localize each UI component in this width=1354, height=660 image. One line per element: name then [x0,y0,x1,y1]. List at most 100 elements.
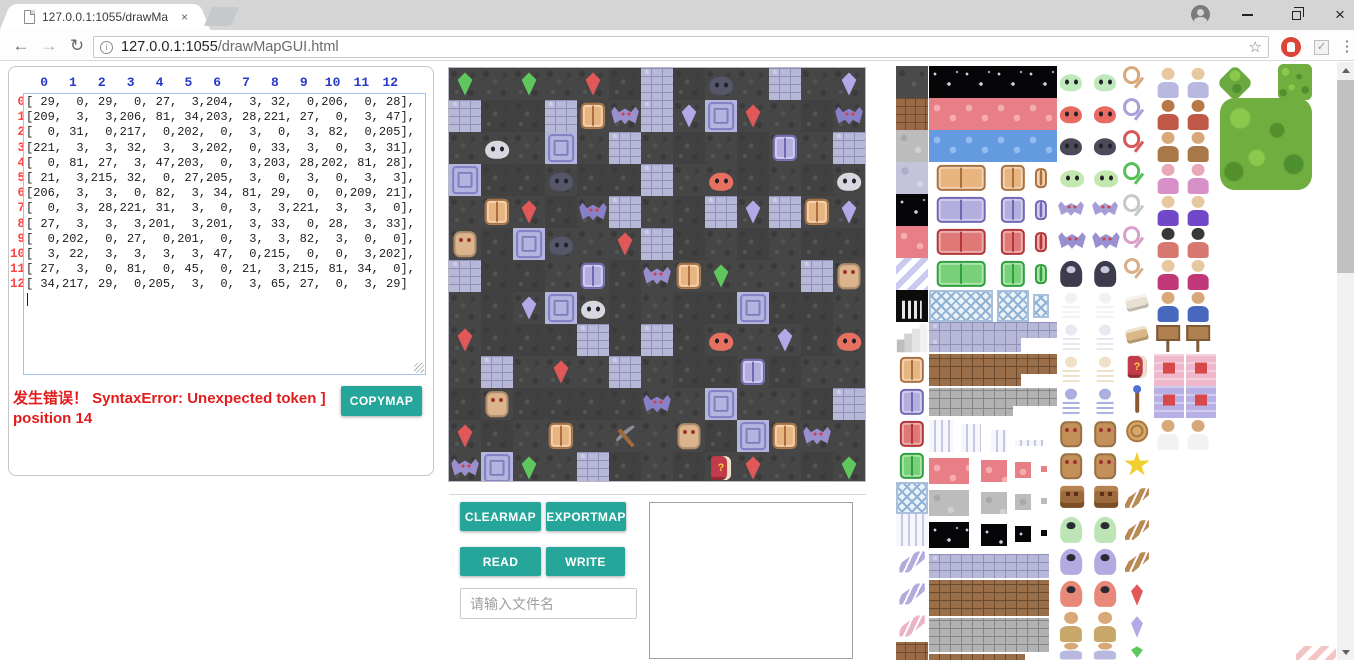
read-button[interactable]: READ [460,547,541,576]
map-tile[interactable] [737,292,769,324]
palette-tile-key[interactable] [1122,66,1150,94]
palette-tile-door[interactable] [929,226,993,258]
palette-tile-person[interactable] [1184,130,1212,162]
map-tile[interactable] [481,164,513,196]
palette-tile-wallb[interactable] [929,654,1025,660]
map-tile[interactable] [449,68,481,100]
map-tile[interactable] [481,292,513,324]
map-tile[interactable] [705,164,737,196]
map-tile[interactable] [737,452,769,481]
map-tile[interactable] [449,356,481,388]
map-tile[interactable] [705,356,737,388]
palette-tile-skel[interactable] [1056,354,1086,386]
palette-tile-face[interactable] [1090,482,1122,512]
map-tile[interactable] [577,324,609,356]
map-tile[interactable] [705,196,737,228]
palette-tile-door[interactable] [997,194,1029,226]
map-tile[interactable] [481,452,513,481]
palette-tile-person[interactable] [1154,194,1182,226]
map-tile[interactable] [833,388,865,420]
map-tile[interactable] [609,228,641,260]
palette-tile-slime[interactable] [1056,130,1086,160]
map-tile[interactable] [801,68,833,100]
palette-tile-night[interactable] [896,194,928,226]
map-tile[interactable] [513,420,545,452]
palette-tile-vamp[interactable] [1056,258,1086,290]
map-tile[interactable] [513,68,545,100]
map-tile[interactable] [737,164,769,196]
palette-tile-slime[interactable] [1056,98,1086,128]
map-tile[interactable] [449,324,481,356]
palette-tile-medal[interactable] [1122,416,1152,446]
palette-tile-person[interactable] [1154,290,1182,322]
map-tile[interactable] [641,420,673,452]
palette-tile-person[interactable] [1184,194,1212,226]
map-tile[interactable] [513,196,545,228]
adblock-extension-icon[interactable] [1281,37,1301,57]
map-tile[interactable] [577,420,609,452]
map-tile[interactable] [705,420,737,452]
map-tile[interactable] [545,68,577,100]
map-tile[interactable] [545,228,577,260]
palette-tile-night[interactable] [929,66,1057,98]
palette-tile-door[interactable] [1033,198,1049,222]
palette-tile-wing[interactable] [1122,483,1152,513]
palette-tile-wallp[interactable] [929,322,1057,338]
map-tile[interactable] [705,260,737,292]
scrollbar-thumb[interactable] [1337,80,1354,273]
map-tile[interactable] [801,228,833,260]
map-tile[interactable] [577,388,609,420]
palette-tile-stripep[interactable] [1296,646,1336,660]
palette-tile-flatlight[interactable] [896,162,928,194]
map-tile[interactable] [673,452,705,481]
palette-tile-person[interactable] [1090,642,1120,660]
checkbox-extension-icon[interactable]: ✓ [1314,40,1329,55]
palette-tile-person[interactable] [1184,226,1212,258]
map-tile[interactable] [801,388,833,420]
map-tile[interactable] [545,420,577,452]
palette-tile-night[interactable] [1041,530,1047,536]
palette-tile-bat[interactable] [1090,226,1122,256]
map-tile[interactable] [609,68,641,100]
map-tile[interactable] [801,100,833,132]
map-tile[interactable] [833,196,865,228]
map-tile[interactable] [481,324,513,356]
map-tile[interactable] [673,260,705,292]
map-tile[interactable] [705,452,737,481]
palette-tile-canopy[interactable] [1220,98,1312,190]
map-tile[interactable] [801,420,833,452]
palette-tile-person[interactable] [1184,98,1212,130]
palette-tile-pillar[interactable] [896,514,928,546]
map-tile[interactable] [513,100,545,132]
palette-tile-skel[interactable] [1056,322,1086,354]
map-tile[interactable] [513,356,545,388]
palette-tile-wallg[interactable] [929,406,1013,416]
palette-tile-flatgrey[interactable] [929,490,969,516]
map-tile[interactable] [577,196,609,228]
palette-tile-flatgrey[interactable] [1015,494,1031,510]
exportmap-button[interactable]: EXPORTMAP [546,502,626,531]
browser-menu-icon[interactable]: ⋮ [1340,33,1354,59]
palette-tile-flatgrey[interactable] [981,492,1007,514]
map-tile[interactable] [641,292,673,324]
palette-tile-skel[interactable] [1056,290,1086,322]
palette-tile-slime[interactable] [1056,162,1088,192]
palette-tile-door[interactable] [896,450,928,482]
palette-tile-wallp[interactable] [929,338,1021,352]
map-tile[interactable] [449,196,481,228]
palette-tile-wallb[interactable] [929,374,1021,386]
palette-tile-wallp[interactable] [929,554,1049,578]
map-tile[interactable] [481,196,513,228]
map-tile[interactable] [737,356,769,388]
map-tile[interactable] [641,196,673,228]
palette-tile-door[interactable] [929,194,993,226]
map-tile[interactable] [801,292,833,324]
palette-tile-ghost[interactable] [1056,514,1086,546]
palette-tile-pillar[interactable] [991,430,1007,452]
map-canvas[interactable] [449,68,865,481]
map-tile[interactable] [673,324,705,356]
map-tile[interactable] [833,164,865,196]
palette-tile-night[interactable] [981,524,1007,546]
map-tile[interactable] [577,452,609,481]
palette-tile-night[interactable] [929,522,969,548]
